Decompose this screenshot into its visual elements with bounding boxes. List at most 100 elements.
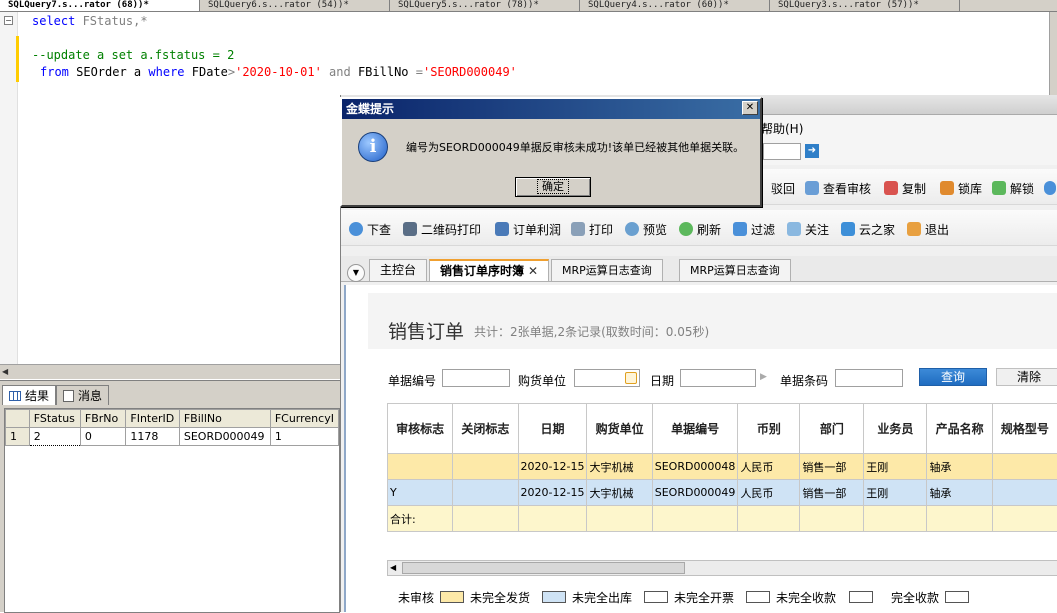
reject-button[interactable]: 驳回 — [771, 180, 795, 196]
tab-dropdown-icon[interactable]: ▼ — [347, 264, 365, 282]
cell-salesperson[interactable]: 王刚 — [864, 480, 927, 506]
tab-mrp-log-2[interactable]: MRP运算日志查询 — [679, 259, 791, 281]
cloud-home-button[interactable]: 云之家 — [841, 221, 895, 237]
close-icon[interactable]: ✕ — [528, 264, 538, 278]
cell-date[interactable]: 2020-12-15 — [518, 480, 587, 506]
query-tab-5[interactable]: SQLQuery5.s...rator (78))* — [390, 0, 580, 12]
lookup-icon[interactable] — [625, 372, 637, 384]
col-header[interactable]: 币别 — [738, 404, 800, 454]
table-row[interactable]: Y 2020-12-15 大宇机械 SEORD000049 人民币 销售一部 王… — [388, 480, 1057, 506]
barcode-input[interactable] — [835, 369, 903, 387]
tab-mrp-log-1[interactable]: MRP运算日志查询 — [551, 259, 663, 281]
cell-department[interactable]: 销售一部 — [800, 480, 864, 506]
col-header[interactable]: 规格型号 — [992, 404, 1057, 454]
grid-horizontal-scrollbar[interactable]: ◀ — [387, 560, 1057, 576]
close-icon[interactable]: ✕ — [742, 101, 758, 115]
table-name: SEOrder a — [69, 65, 148, 79]
col-header[interactable]: FBrNo — [80, 410, 125, 428]
view-audit-button[interactable]: 查看审核 — [805, 180, 871, 196]
query-tab-3[interactable]: SQLQuery3.s...rator (57))* — [770, 0, 960, 12]
bill-no-input[interactable] — [442, 369, 510, 387]
filter-button[interactable]: 过滤 — [733, 221, 775, 237]
col-header[interactable]: 审核标志 — [388, 404, 453, 454]
more-arrow-icon — [1044, 181, 1056, 195]
table-row[interactable]: 1 2 0 1178 SEORD000049 1 — [6, 428, 339, 446]
unlock-button[interactable]: 解锁 — [992, 180, 1034, 196]
total-cell — [518, 506, 587, 532]
col-header[interactable]: 购货单位 — [587, 404, 652, 454]
cell-bill-no[interactable]: SEORD000049 — [652, 480, 738, 506]
editor-horizontal-scrollbar[interactable]: ◀ — [0, 364, 340, 379]
cell-date[interactable]: 2020-12-15 — [518, 454, 587, 480]
collapse-icon[interactable]: − — [4, 16, 13, 25]
cell-fcurrencyid[interactable]: 1 — [270, 428, 338, 446]
address-input[interactable] — [763, 143, 801, 160]
drill-down-icon — [349, 222, 363, 236]
tab-console[interactable]: 主控台 — [369, 259, 427, 281]
cell-spec[interactable] — [992, 454, 1057, 480]
go-arrow-icon[interactable]: ➜ — [805, 144, 819, 158]
col-header[interactable]: 日期 — [518, 404, 587, 454]
cell-currency[interactable]: 人民币 — [738, 480, 800, 506]
cell-audit[interactable]: Y — [388, 480, 453, 506]
col-header[interactable]: 部门 — [800, 404, 864, 454]
buyer-input[interactable] — [574, 369, 640, 387]
scroll-left-icon[interactable]: ◀ — [390, 561, 396, 575]
col-header[interactable]: 单据编号 — [652, 404, 738, 454]
cell-close[interactable] — [453, 480, 518, 506]
print-button[interactable]: 打印 — [571, 221, 613, 237]
col-header[interactable]: 业务员 — [864, 404, 927, 454]
query-tab-7[interactable]: SQLQuery7.s...rator (68))* — [0, 0, 200, 12]
col-header[interactable]: FCurrencyI — [270, 410, 338, 428]
cell-department[interactable]: 销售一部 — [800, 454, 864, 480]
cell-fbillno[interactable]: SEORD000049 — [179, 428, 270, 446]
cell-spec[interactable] — [992, 480, 1057, 506]
col-header[interactable]: FInterID — [126, 410, 179, 428]
scroll-left-icon[interactable]: ◀ — [2, 366, 14, 378]
query-tab-6[interactable]: SQLQuery6.s...rator (54))* — [200, 0, 390, 12]
cell-finterid[interactable]: 1178 — [126, 428, 179, 446]
query-tab-4[interactable]: SQLQuery4.s...rator (60))* — [580, 0, 770, 12]
qrcode-print-button[interactable]: 二维码打印 — [403, 221, 481, 237]
cell-fstatus[interactable]: 2 — [29, 428, 80, 446]
table-row[interactable]: 2020-12-15 大宇机械 SEORD000048 人民币 销售一部 王刚 … — [388, 454, 1057, 480]
query-button[interactable]: 查询 — [919, 368, 987, 386]
col-header[interactable]: 产品名称 — [927, 404, 992, 454]
order-profit-button[interactable]: 订单利润 — [495, 221, 561, 237]
scrollbar-thumb[interactable] — [402, 562, 685, 574]
follow-button[interactable]: 关注 — [787, 221, 829, 237]
cell-bill-no[interactable]: SEORD000048 — [652, 454, 738, 480]
col-header[interactable]: FStatus — [29, 410, 80, 428]
cell-audit[interactable] — [388, 454, 453, 480]
cell-buyer[interactable]: 大宇机械 — [587, 480, 652, 506]
cell-close[interactable] — [453, 454, 518, 480]
cell-product[interactable]: 轴承 — [927, 480, 992, 506]
refresh-button[interactable]: 刷新 — [679, 221, 721, 237]
lock-icon — [940, 181, 954, 195]
results-grid[interactable]: FStatus FBrNo FInterID FBillNo FCurrency… — [4, 408, 340, 613]
cell-fbrno[interactable]: 0 — [80, 428, 125, 446]
cell-currency[interactable]: 人民币 — [738, 454, 800, 480]
cell-product[interactable]: 轴承 — [927, 454, 992, 480]
clear-button[interactable]: 清除 — [996, 368, 1057, 386]
tab-messages[interactable]: 消息 — [56, 385, 109, 405]
col-header[interactable]: FBillNo — [179, 410, 270, 428]
menu-help[interactable]: 帮助(H) — [761, 120, 803, 137]
ok-button[interactable]: 确定 — [515, 177, 591, 197]
row-number[interactable]: 1 — [6, 428, 30, 446]
exit-button[interactable]: 退出 — [907, 221, 949, 237]
drill-down-button[interactable]: 下查 — [349, 221, 391, 237]
copy-button[interactable]: 复制 — [884, 180, 926, 196]
tab-sales-order-list[interactable]: 销售订单序时簿✕ — [429, 259, 549, 281]
view-audit-icon — [805, 181, 819, 195]
cell-salesperson[interactable]: 王刚 — [864, 454, 927, 480]
tab-results[interactable]: 结果 — [2, 385, 56, 405]
col-header[interactable]: 关闭标志 — [453, 404, 518, 454]
results-table: FStatus FBrNo FInterID FBillNo FCurrency… — [5, 409, 339, 446]
lock-button[interactable]: 锁库 — [940, 180, 982, 196]
exit-label: 退出 — [925, 221, 949, 238]
cell-buyer[interactable]: 大宇机械 — [587, 454, 652, 480]
date-input[interactable] — [680, 369, 756, 387]
preview-button[interactable]: 预览 — [625, 221, 667, 237]
toolbar-more-button[interactable] — [1044, 180, 1056, 196]
